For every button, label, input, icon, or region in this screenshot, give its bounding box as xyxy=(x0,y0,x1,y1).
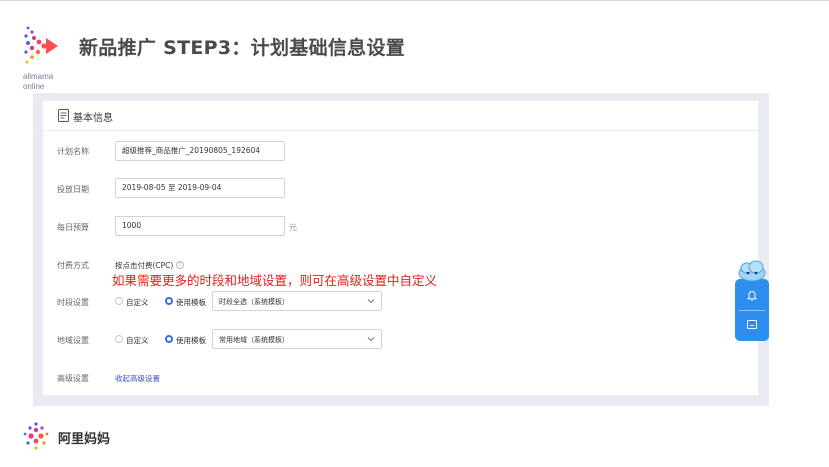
chevron-down-icon xyxy=(367,299,375,304)
panel-title: 基本信息 xyxy=(73,113,113,124)
chevron-down-icon xyxy=(367,337,375,342)
daily-budget-input[interactable]: 1000 xyxy=(115,216,285,236)
footer-brand-name: 阿里妈妈 xyxy=(58,432,111,447)
region-template-select-value: 常用地域（系统模板） xyxy=(219,336,289,344)
collapse-advanced-link[interactable]: 收起高级设置 xyxy=(115,373,160,384)
basic-info-panel: 基本信息 计划名称 超级推荐_商品推广_20190805_192604 投放日期… xyxy=(42,100,759,396)
alimama-footer-logo-icon xyxy=(23,422,49,450)
region-custom-radio[interactable] xyxy=(115,335,123,343)
time-template-radio[interactable] xyxy=(165,297,173,305)
top-divider xyxy=(0,0,829,1)
region-template-select[interactable]: 常用地域（系统模板） xyxy=(212,329,382,349)
message-icon[interactable] xyxy=(746,319,758,331)
time-template-label[interactable]: 使用模板 xyxy=(176,297,206,308)
logo-text-line2: online xyxy=(23,82,45,91)
daily-budget-label: 每日预算 xyxy=(57,223,89,232)
region-setting-label: 地域设置 xyxy=(57,336,89,345)
region-custom-label[interactable]: 自定义 xyxy=(126,335,149,346)
plan-name-label: 计划名称 xyxy=(57,147,89,156)
region-template-label[interactable]: 使用模板 xyxy=(176,335,206,346)
bell-icon[interactable] xyxy=(746,290,758,302)
time-template-select[interactable]: 时段全选（系统模板） xyxy=(212,291,382,311)
time-custom-radio[interactable] xyxy=(115,297,123,305)
slide-title: 新品推广 STEP3：计划基础信息设置 xyxy=(79,37,406,59)
time-template-select-value: 时段全选（系统模板） xyxy=(219,298,289,306)
advanced-setting-label: 高级设置 xyxy=(57,374,89,383)
time-custom-label[interactable]: 自定义 xyxy=(126,297,149,308)
delivery-date-label: 投放日期 xyxy=(57,185,89,194)
floating-service-widget xyxy=(735,259,771,343)
annotation-note: 如果需要更多的时段和地域设置，则可在高级设置中自定义 xyxy=(112,273,438,288)
logo-text-line1: alimama xyxy=(23,72,54,81)
region-template-radio[interactable] xyxy=(165,335,173,343)
alimama-online-logo: alimama online xyxy=(20,22,70,94)
budget-unit: 元 xyxy=(289,223,297,232)
cloud-mascot-icon[interactable] xyxy=(737,259,767,283)
document-icon xyxy=(58,109,69,122)
payment-method-label: 付费方式 xyxy=(57,261,89,270)
time-setting-label: 时段设置 xyxy=(57,298,89,307)
delivery-date-picker[interactable]: 2019-08-05 至 2019-09-04 xyxy=(115,178,285,198)
panel-header: 基本信息 xyxy=(43,101,758,131)
plan-name-input[interactable]: 超级推荐_商品推广_20190805_192604 xyxy=(115,141,285,161)
logo-wordmark: alimama online xyxy=(23,72,53,92)
float-divider xyxy=(739,310,765,311)
alimama-arrow-icon xyxy=(24,26,58,64)
help-icon[interactable]: ? xyxy=(176,261,184,269)
